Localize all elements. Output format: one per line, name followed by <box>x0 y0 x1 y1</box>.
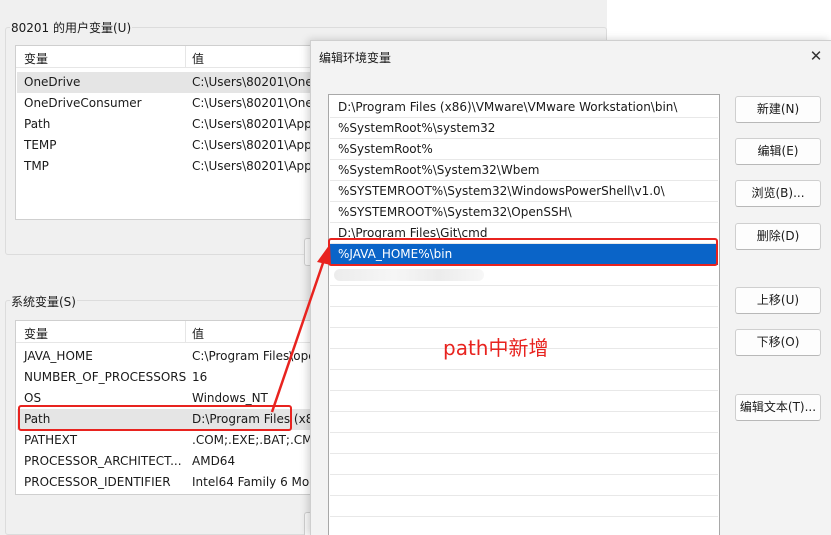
list-item[interactable] <box>330 454 718 475</box>
path-entry-text: %SYSTEMROOT%\System32\OpenSSH\ <box>338 205 572 219</box>
variable-value: .COM;.EXE;.BAT;.CMD <box>192 433 315 447</box>
variable-name: OneDriveConsumer <box>24 96 142 110</box>
variable-value: Windows_NT <box>192 391 268 405</box>
list-item[interactable] <box>330 433 718 454</box>
table-row[interactable]: PROCESSOR_ARCHITECT... AMD64 <box>17 451 313 472</box>
list-item-blurred[interactable] <box>330 265 718 286</box>
column-header-variable[interactable]: 变量 <box>24 325 48 342</box>
system-variables-label: 系统变量(S) <box>10 293 77 310</box>
list-item[interactable] <box>330 307 718 328</box>
variable-name: OneDrive <box>24 75 81 89</box>
table-row[interactable]: Path C:\Users\80201\App <box>17 114 313 135</box>
list-item[interactable]: %SystemRoot%\system32 <box>330 118 718 139</box>
list-item[interactable]: %SystemRoot%\System32\Wbem <box>330 160 718 181</box>
close-icon[interactable]: ✕ <box>805 45 827 67</box>
variable-name: PROCESSOR_ARCHITECT... <box>24 454 182 468</box>
user-variables-label: 80201 的用户变量(U) <box>10 19 133 36</box>
variable-name: Path <box>24 117 51 131</box>
new-button[interactable]: 新建(N) <box>735 96 821 123</box>
system-variables-header: 变量 值 <box>16 321 314 343</box>
column-separator[interactable] <box>185 321 186 343</box>
path-entry-text: %SYSTEMROOT%\System32\WindowsPowerShell\… <box>338 184 665 198</box>
variable-value: AMD64 <box>192 454 236 468</box>
edit-button[interactable]: 编辑(E) <box>735 138 821 165</box>
variable-value: C:\Users\80201\App <box>192 138 312 152</box>
variable-value: C:\Users\80201\App <box>192 117 312 131</box>
list-item[interactable]: %SYSTEMROOT%\System32\OpenSSH\ <box>330 202 718 223</box>
dialog-title: 编辑环境变量 <box>319 51 392 65</box>
table-row[interactable]: OneDrive C:\Users\80201\One <box>17 72 313 93</box>
variable-value: C:\Users\80201\One <box>192 96 313 110</box>
variable-name: PATHEXT <box>24 433 78 447</box>
path-row-highlight-box <box>18 405 292 431</box>
list-item[interactable]: %SYSTEMROOT%\System32\WindowsPowerShell\… <box>330 181 718 202</box>
list-item[interactable] <box>330 475 718 496</box>
browse-button[interactable]: 浏览(B)... <box>735 180 821 207</box>
annotation-label: path中新增 <box>443 336 549 360</box>
path-entry-text: D:\Program Files (x86)\VMware\VMware Wor… <box>338 100 678 114</box>
table-row[interactable]: PATHEXT .COM;.EXE;.BAT;.CMD <box>17 430 315 451</box>
variable-name: NUMBER_OF_PROCESSORS <box>24 370 187 384</box>
variable-name: JAVA_HOME <box>24 349 93 363</box>
list-item[interactable] <box>330 496 718 517</box>
table-row[interactable]: PROCESSOR_IDENTIFIER Intel64 Family 6 Mo… <box>17 472 315 493</box>
path-entry-text: %SystemRoot%\system32 <box>338 121 496 135</box>
variable-name: TEMP <box>24 138 57 152</box>
table-row[interactable]: TEMP C:\Users\80201\App <box>17 135 313 156</box>
user-variables-list[interactable]: 变量 值 OneDrive C:\Users\80201\One OneDriv… <box>15 45 315 220</box>
edit-text-button[interactable]: 编辑文本(T)... <box>735 394 821 421</box>
move-down-button[interactable]: 下移(O) <box>735 329 821 356</box>
variable-value: C:\Program Files\ope <box>192 349 315 363</box>
table-row[interactable]: NUMBER_OF_PROCESSORS 16 <box>17 367 313 388</box>
user-variables-header: 变量 值 <box>16 46 314 68</box>
move-up-button[interactable]: 上移(U) <box>735 287 821 314</box>
list-item[interactable]: %SystemRoot% <box>330 139 718 160</box>
list-item[interactable] <box>330 286 718 307</box>
list-item[interactable] <box>330 412 718 433</box>
variable-value: Intel64 Family 6 Moc <box>192 475 315 489</box>
column-header-variable[interactable]: 变量 <box>24 50 48 67</box>
column-separator[interactable] <box>185 46 186 68</box>
delete-button[interactable]: 删除(D) <box>735 223 821 250</box>
list-item[interactable]: D:\Program Files (x86)\VMware\VMware Wor… <box>330 97 718 118</box>
list-item[interactable] <box>330 370 718 391</box>
table-row[interactable]: OneDriveConsumer C:\Users\80201\One <box>17 93 313 114</box>
variable-name: TMP <box>24 159 49 173</box>
new-entry-highlight-box <box>328 238 718 266</box>
variable-value: C:\Users\80201\One <box>192 75 313 89</box>
table-row[interactable]: TMP C:\Users\80201\App <box>17 156 313 177</box>
list-item[interactable] <box>330 517 718 535</box>
blurred-entry <box>334 269 484 281</box>
column-header-value[interactable]: 值 <box>192 50 204 67</box>
path-entry-text: %SystemRoot% <box>338 142 433 156</box>
column-header-value[interactable]: 值 <box>192 325 204 342</box>
variable-name: OS <box>24 391 42 405</box>
edit-environment-variable-dialog: 编辑环境变量 ✕ D:\Program Files (x86)\VMware\V… <box>310 40 831 535</box>
variable-value: 16 <box>192 370 208 384</box>
table-row[interactable]: JAVA_HOME C:\Program Files\ope <box>17 346 315 367</box>
variable-value: C:\Users\80201\App <box>192 159 312 173</box>
list-item[interactable] <box>330 391 718 412</box>
path-entries-list[interactable]: D:\Program Files (x86)\VMware\VMware Wor… <box>328 94 720 535</box>
variable-name: PROCESSOR_IDENTIFIER <box>24 475 171 489</box>
path-entry-text: %SystemRoot%\System32\Wbem <box>338 163 540 177</box>
